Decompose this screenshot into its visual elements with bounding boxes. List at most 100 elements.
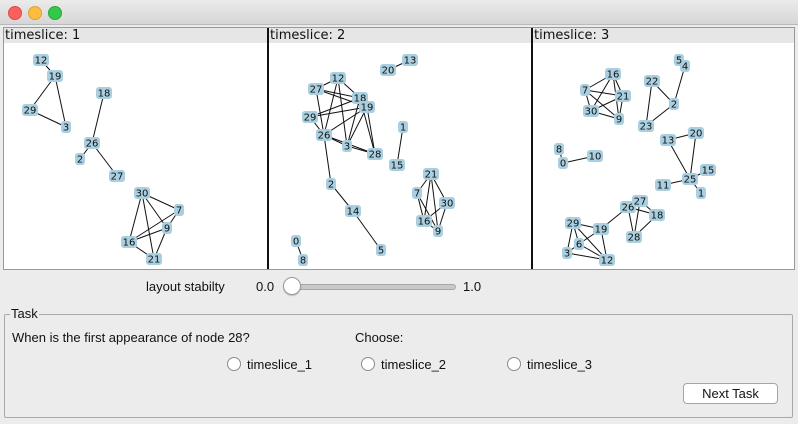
node-label: 26 <box>86 139 99 150</box>
graph-edge <box>423 173 432 222</box>
node-label: 30 <box>441 199 454 210</box>
node-label: 18 <box>98 89 111 100</box>
graph-node[interactable]: 11 <box>655 179 671 192</box>
graph-node[interactable]: 26 <box>316 129 332 142</box>
graph-node[interactable]: 15 <box>700 164 716 177</box>
graph-node[interactable]: 30 <box>134 187 150 200</box>
graph-canvas-1[interactable]: 2 3 79 12 16 18 19 21 26 27 29 30 <box>4 28 267 269</box>
graph-node[interactable]: 20 <box>380 64 396 77</box>
graph-node[interactable]: 27 <box>632 195 648 208</box>
graph-node[interactable]: 15 <box>389 159 405 172</box>
graph-node[interactable]: 1 <box>696 187 706 200</box>
option-timeslice-2[interactable]: timeslice_2 <box>361 355 446 373</box>
graph-node[interactable]: 2 <box>75 153 85 166</box>
graph-node[interactable]: 19 <box>359 101 375 114</box>
graph-node[interactable]: 10 <box>587 150 603 163</box>
node-label: 27 <box>634 197 647 208</box>
timeslice-panel-3[interactable]: 0 1 2 3 4 5 6 7 8 9 10 11 12 13 15 16 18 19 20 21 22 23 25 26 27… <box>533 28 794 269</box>
graph-node[interactable]: 9 <box>162 222 172 235</box>
timeslice-panel-1[interactable]: 2 3 7 9 12 16 18 19 21 26 27 29 30 timeslice: 1 <box>4 28 267 269</box>
next-task-button[interactable]: Next Task <box>683 383 778 404</box>
graph-node[interactable]: 9 <box>614 113 624 126</box>
task-question: When is the first appearance of node 28? <box>12 330 250 345</box>
graph-node[interactable]: 30 <box>439 197 455 210</box>
graph-node[interactable]: 5 <box>674 54 684 67</box>
graph-node[interactable]: 16 <box>605 68 621 81</box>
graph-node[interactable]: 8 <box>298 254 308 267</box>
graph-node[interactable]: 12 <box>599 254 615 267</box>
graph-node[interactable]: 2 <box>326 178 336 191</box>
node-label: 11 <box>657 181 670 192</box>
graph-node[interactable]: 29 <box>565 217 581 230</box>
minimize-window-button[interactable] <box>28 6 42 20</box>
graph-node[interactable]: 21 <box>423 168 439 181</box>
graph-node[interactable]: 28 <box>367 148 383 161</box>
graph-node[interactable]: 8 <box>554 143 564 156</box>
graph-node[interactable]: 27 <box>109 170 125 183</box>
node-label: 29 <box>24 106 37 117</box>
graph-node[interactable]: 5 <box>376 244 386 257</box>
graph-canvas-2[interactable]: 012357891213141516181920212627282930 <box>269 28 531 269</box>
layout-stability-slider[interactable] <box>290 284 456 290</box>
timeslice-label: timeslice: 3 <box>533 28 794 43</box>
graph-node[interactable]: 7 <box>412 187 422 200</box>
graph-node[interactable]: 0 <box>291 235 301 248</box>
node-label: 6 <box>576 240 582 251</box>
graph-node[interactable]: 29 <box>302 111 318 124</box>
graph-node[interactable]: 7 <box>174 204 184 217</box>
graph-node[interactable]: 3 <box>562 247 572 260</box>
maximize-window-button[interactable] <box>48 6 62 20</box>
graph-node[interactable]: 29 <box>22 104 38 117</box>
graph-node[interactable]: 9 <box>433 225 443 238</box>
node-label: 1 <box>400 123 406 134</box>
graph-node[interactable]: 20 <box>688 127 704 140</box>
graph-node[interactable]: 22 <box>644 75 660 88</box>
graph-node[interactable]: 1 <box>398 121 408 134</box>
graph-node[interactable]: 2 <box>669 98 679 111</box>
graph-node[interactable]: 26 <box>84 137 100 150</box>
graph-node[interactable]: 12 <box>33 54 49 67</box>
graph-node[interactable]: 18 <box>96 87 112 100</box>
radio-button[interactable] <box>507 357 521 371</box>
radio-button[interactable] <box>361 357 375 371</box>
timeslice-label: timeslice: 2 <box>269 28 531 43</box>
graph-node[interactable]: 23 <box>638 120 654 133</box>
option-timeslice-3[interactable]: timeslice_3 <box>507 355 592 373</box>
node-label: 9 <box>435 227 441 238</box>
graph-node[interactable]: 18 <box>649 209 665 222</box>
graph-edge <box>323 77 339 136</box>
graph-node[interactable]: 3 <box>342 140 352 153</box>
radio-button[interactable] <box>227 357 241 371</box>
graph-node[interactable]: 13 <box>660 134 676 147</box>
graph-node[interactable]: 12 <box>330 72 346 85</box>
graph-node[interactable]: 30 <box>583 105 599 118</box>
slider-thumb[interactable] <box>283 277 301 295</box>
graph-node[interactable]: 14 <box>345 205 361 218</box>
option-timeslice-1[interactable]: timeslice_1 <box>227 355 312 373</box>
graph-node[interactable]: 27 <box>308 83 324 96</box>
graph-canvas-3[interactable]: 0123456789101112131516181920212223252627… <box>533 28 794 269</box>
timeslice-panel-2[interactable]: 0 1 2 3 5 7 8 9 12 13 14 15 16 18 19 20 21 26 27 28 29 30 tim… <box>269 28 531 269</box>
graph-node[interactable]: 7 <box>580 84 590 97</box>
node-label: 19 <box>361 103 374 114</box>
node-label: 28 <box>628 233 641 244</box>
graph-node[interactable]: 16 <box>121 236 137 249</box>
graph-node[interactable]: 6 <box>574 238 584 251</box>
task-legend: Task <box>10 306 39 321</box>
node-label: 19 <box>49 72 62 83</box>
graph-node[interactable]: 19 <box>593 223 609 236</box>
graph-node[interactable]: 3 <box>61 121 71 134</box>
graph-node[interactable]: 19 <box>47 70 63 83</box>
graph-node[interactable]: 21 <box>146 253 162 266</box>
node-label: 21 <box>148 255 161 266</box>
graph-node[interactable]: 0 <box>558 157 568 170</box>
node-label: 2 <box>77 155 83 166</box>
graph-node[interactable]: 13 <box>402 54 418 67</box>
graph-node[interactable]: 16 <box>416 215 432 228</box>
graph-node[interactable]: 28 <box>626 231 642 244</box>
option-label: timeslice_2 <box>381 356 447 372</box>
graph-node[interactable]: 25 <box>682 173 698 186</box>
graph-node[interactable]: 21 <box>615 90 631 103</box>
close-window-button[interactable] <box>8 6 22 20</box>
node-label: 19 <box>595 225 608 236</box>
